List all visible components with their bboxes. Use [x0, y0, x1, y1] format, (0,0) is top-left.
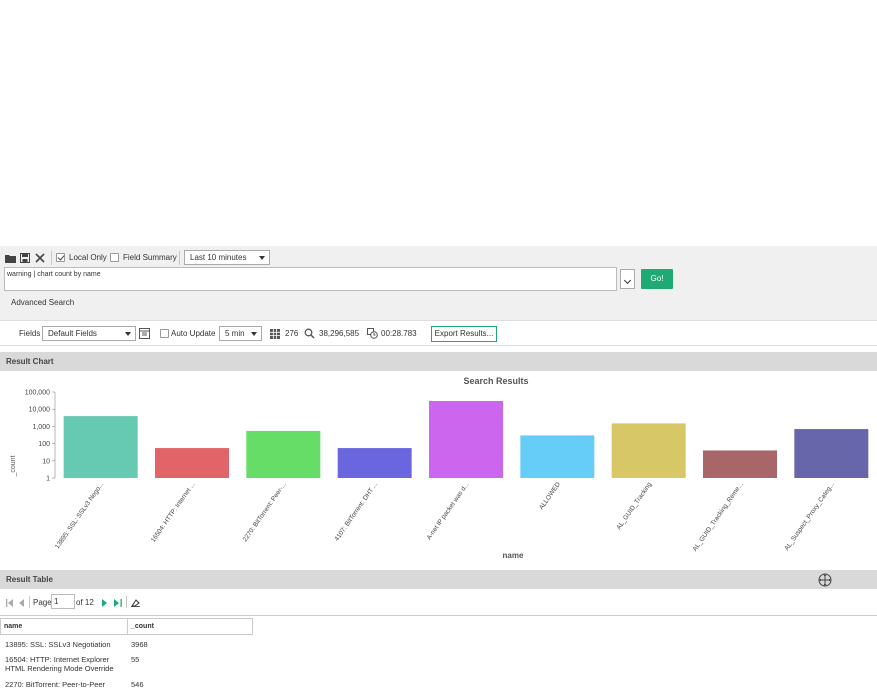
- blank-area: [0, 0, 877, 246]
- toolbar-divider: [51, 251, 52, 265]
- advanced-search-link[interactable]: Advanced Search: [11, 298, 74, 307]
- scanned-count: 38,296,585: [319, 329, 360, 338]
- y-tick-label: 1,000: [32, 424, 50, 431]
- close-icon[interactable]: [35, 253, 46, 263]
- x-tick-label: AL_GUID_Tracking_Reme...: [692, 481, 745, 553]
- x-tick-label: A-net IP packet was d...: [426, 481, 471, 541]
- fields-select[interactable]: Default Fields: [42, 326, 136, 341]
- prev-page-icon[interactable]: [19, 599, 25, 607]
- auto-update-select[interactable]: 5 min: [219, 326, 262, 341]
- first-page-icon[interactable]: [6, 599, 14, 607]
- column-header-name[interactable]: name: [0, 618, 128, 635]
- y-axis: 1 10 100 1,000 10,000 100,000: [25, 390, 56, 483]
- last-page-icon[interactable]: [114, 599, 122, 607]
- chart-bar[interactable]: [246, 430, 321, 478]
- y-axis-title: _count: [10, 455, 17, 477]
- x-axis-labels: 13895: SSL: SSLv3 Nego... 16504: HTTP: In…: [54, 481, 836, 553]
- next-page-icon[interactable]: [102, 599, 108, 607]
- y-tick-label: 10: [42, 458, 50, 465]
- x-tick-label: 2270: BitTorrent: Peer-...: [242, 481, 288, 543]
- y-tick-label: 1: [46, 476, 50, 483]
- chart-bar[interactable]: [611, 423, 686, 478]
- result-table-title: Result Table: [6, 575, 53, 584]
- save-icon[interactable]: [20, 253, 31, 263]
- chart-bar[interactable]: [429, 400, 503, 478]
- page-count-label: of 12: [76, 598, 94, 607]
- pager-divider: [29, 596, 30, 608]
- x-tick-label: AL_GUID_Tracking: [615, 481, 653, 531]
- column-header-count[interactable]: _count: [127, 618, 253, 635]
- table-row-name: 16504: HTTP: Internet Explorer HTML Rend…: [5, 655, 114, 673]
- calendar-icon[interactable]: [139, 328, 150, 339]
- table-icon: [270, 329, 280, 339]
- x-tick-label: AL_Suspect_Proxy_Categ...: [783, 481, 836, 552]
- folder-icon[interactable]: [5, 253, 16, 263]
- chart-bar[interactable]: [520, 435, 595, 478]
- x-tick-label: ALLOWED: [538, 481, 562, 511]
- search-icon: [304, 328, 315, 339]
- elapsed-time: 00:28.783: [381, 329, 417, 338]
- chart-bar[interactable]: [703, 450, 777, 478]
- search-panel: Local Only Field Summary Last 10 minutes…: [0, 246, 877, 690]
- y-tick-label: 10,000: [29, 407, 51, 414]
- result-chart-header: Result Chart: [0, 352, 877, 371]
- chart-bar[interactable]: [337, 448, 412, 478]
- move-icon[interactable]: [818, 573, 832, 587]
- field-summary-label: Field Summary: [123, 253, 177, 262]
- chart-title: Search Results: [463, 376, 528, 386]
- chart-bar[interactable]: [155, 448, 229, 478]
- table-row-name: 2270: BitTorrent: Peer-to-Peer: [5, 680, 106, 689]
- query-area: warning | chart count by name Go! Advanc…: [0, 267, 877, 320]
- chevron-down-icon: [125, 331, 131, 336]
- query-input[interactable]: warning | chart count by name: [4, 267, 617, 291]
- chevron-down-icon: [251, 331, 257, 336]
- table-row-count: 546: [131, 680, 144, 689]
- result-count: 276: [285, 329, 299, 338]
- table-row-count: 3968: [131, 640, 148, 649]
- table-row-name: 13895: SSL: SSLv3 Negotiation: [5, 640, 111, 649]
- auto-update-label: Auto Update: [171, 329, 216, 338]
- y-tick-label: 100: [38, 441, 50, 448]
- page-label: Page: [33, 598, 52, 607]
- chart-bar[interactable]: [63, 416, 138, 478]
- chart-bars: [63, 400, 869, 478]
- time-range-select[interactable]: Last 10 minutes: [184, 250, 270, 265]
- fields-label: Fields: [19, 329, 41, 338]
- page-number-input[interactable]: 1: [51, 594, 75, 609]
- fields-value: Default Fields: [48, 329, 97, 338]
- y-tick-label: 100,000: [25, 390, 50, 397]
- auto-update-checkbox[interactable]: [160, 329, 169, 338]
- fields-row: Fields Default Fields Auto Update 5 min …: [0, 320, 877, 346]
- go-button[interactable]: Go!: [641, 269, 673, 289]
- chart-bar[interactable]: [794, 429, 869, 478]
- clock-icon: [367, 328, 378, 339]
- x-tick-label: 4107: BitTorrent: DHT ...: [333, 481, 379, 542]
- pager-divider: [126, 596, 127, 608]
- toolbar-divider: [179, 251, 180, 265]
- table-row-count: 55: [131, 655, 140, 664]
- x-tick-label: 13895: SSL: SSLv3 Nego...: [54, 481, 105, 550]
- auto-update-value: 5 min: [225, 329, 245, 338]
- export-results-button[interactable]: Export Results...: [431, 326, 497, 342]
- result-chart-title: Result Chart: [6, 357, 54, 366]
- time-range-value: Last 10 minutes: [190, 253, 247, 262]
- chevron-down-icon: [259, 255, 265, 260]
- table-pager: Page 1 of 12: [0, 590, 877, 616]
- query-history-dropdown[interactable]: [620, 269, 635, 289]
- clear-icon[interactable]: [131, 598, 140, 607]
- local-only-checkbox[interactable]: [56, 253, 65, 262]
- x-tick-label: 16504: HTTP: Internet ...: [150, 481, 197, 544]
- local-only-label: Local Only: [69, 253, 107, 262]
- result-chart: Search Results _count name 1 10 100 1,000 10…: [10, 376, 869, 560]
- x-axis-title: name: [503, 551, 524, 560]
- result-table-header: Result Table: [0, 570, 877, 589]
- field-summary-checkbox[interactable]: [110, 253, 119, 262]
